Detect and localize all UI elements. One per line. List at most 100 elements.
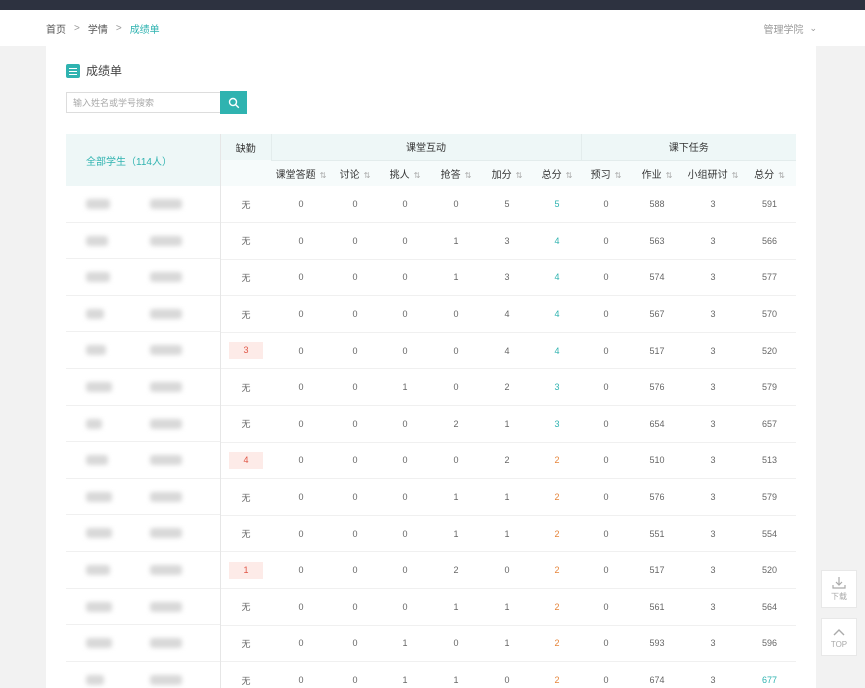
table-cell: 1 (221, 551, 271, 590)
search-input[interactable] (66, 92, 220, 113)
table-cell: 577 (743, 259, 797, 297)
student-row[interactable] (66, 442, 220, 479)
student-row[interactable] (66, 589, 220, 626)
table-cell: 无 (221, 368, 271, 407)
breadcrumb-home[interactable]: 首页 (46, 21, 66, 36)
student-row[interactable] (66, 552, 220, 589)
student-row[interactable] (66, 186, 220, 223)
student-id-redacted (150, 638, 182, 649)
table-cell: 无 (221, 222, 271, 260)
table-cell: 0 (271, 368, 331, 407)
sort-icon[interactable]: ⇅ (615, 171, 622, 180)
sort-icon[interactable]: ⇅ (465, 171, 472, 180)
org-dropdown[interactable]: 管理学院 ⌄ (763, 10, 817, 46)
student-row[interactable] (66, 296, 220, 333)
student-id-redacted (150, 528, 182, 539)
table-row: 1 0 0 0 2 0 2 0 517 3 520 (221, 551, 797, 590)
table-cell: 无 (221, 186, 271, 224)
table-cell: 517 (631, 551, 684, 590)
student-id-redacted (150, 199, 182, 209)
page-title: 成绩单 (66, 62, 122, 79)
top-bar (0, 0, 865, 10)
table-cell: 0 (379, 478, 431, 516)
all-students-filter[interactable]: 全部学生（114人） (66, 134, 220, 186)
table-cell: 579 (743, 478, 797, 516)
table-cell: 2 (533, 588, 582, 626)
sort-icon[interactable]: ⇅ (364, 171, 371, 180)
sort-icon[interactable]: ⇅ (320, 171, 327, 180)
table-cell: 4 (481, 332, 533, 370)
column-header[interactable]: 预习 ⇅ (581, 160, 632, 186)
student-row[interactable] (66, 515, 220, 552)
table-cell: 3 (683, 515, 744, 553)
table-cell: 0 (271, 625, 331, 663)
table-cell: 588 (631, 186, 684, 224)
student-row[interactable] (66, 223, 220, 260)
student-row[interactable] (66, 259, 220, 296)
table-cell: 3 (683, 625, 744, 663)
absence-badge: 1 (229, 561, 263, 579)
table-cell: 1 (431, 222, 481, 260)
sort-icon[interactable]: ⇅ (666, 171, 673, 180)
table-cell: 1 (481, 625, 533, 663)
student-name-redacted (86, 199, 110, 209)
table-cell: 510 (631, 442, 684, 480)
table-cell: 0 (271, 222, 331, 260)
table-cell: 3 (683, 368, 744, 407)
student-name-redacted (86, 345, 106, 356)
table-cell: 654 (631, 405, 684, 443)
main-panel: 成绩单 全部学生（114人） 缺勤 课堂互动 课下任务 课堂答题⇅讨论⇅挑人⇅抢… (46, 46, 816, 688)
table-cell: 4 (533, 295, 582, 333)
absence-badge: 4 (229, 451, 263, 469)
column-header[interactable]: 抢答 ⇅ (431, 160, 481, 186)
sort-icon[interactable]: ⇅ (566, 171, 573, 180)
student-id-redacted (150, 418, 182, 429)
table-cell: 3 (481, 259, 533, 297)
table-cell: 3 (683, 588, 744, 626)
table-cell: 0 (379, 332, 431, 370)
student-row[interactable] (66, 406, 220, 443)
class-interaction-header: 课堂互动 (270, 134, 582, 161)
column-header[interactable]: 小组研讨 ⇅ (683, 160, 744, 186)
sort-icon[interactable]: ⇅ (414, 171, 421, 180)
table-cell: 无 (221, 625, 271, 663)
table-cell: 567 (631, 295, 684, 333)
column-header[interactable]: 课堂答题 ⇅ (271, 160, 331, 186)
search-button[interactable] (220, 91, 247, 114)
student-row[interactable] (66, 662, 220, 688)
column-header[interactable]: 总分 ⇅ (743, 160, 797, 186)
table-cell: 0 (331, 295, 379, 333)
sort-icon[interactable]: ⇅ (516, 171, 523, 180)
homework-header: 课下任务 (580, 134, 797, 161)
download-button[interactable]: 下载 (821, 570, 857, 608)
student-row[interactable] (66, 332, 220, 369)
table-cell: 0 (431, 625, 481, 663)
table-row: 3 0 0 0 0 4 4 0 517 3 520 (221, 332, 797, 370)
table-cell: 0 (331, 515, 379, 553)
student-row[interactable] (66, 369, 220, 406)
chevron-right-icon: > (74, 22, 80, 34)
breadcrumb: 首页 > 学情 > 成绩单 (46, 10, 160, 46)
column-header[interactable]: 挑人 ⇅ (379, 160, 431, 186)
table-cell: 0 (581, 588, 632, 626)
back-to-top-button[interactable]: TOP (821, 618, 857, 656)
sort-icon[interactable]: ⇅ (778, 171, 785, 180)
table-row: 无 0 0 0 0 4 4 0 567 3 570 (221, 295, 797, 333)
table-cell: 566 (743, 222, 797, 260)
student-row[interactable] (66, 479, 220, 516)
student-row[interactable] (66, 625, 220, 662)
student-id-redacted (150, 235, 182, 246)
table-cell: 1 (431, 588, 481, 626)
breadcrumb-section[interactable]: 学情 (88, 21, 108, 36)
column-header[interactable]: 作业 ⇅ (631, 160, 684, 186)
student-name-redacted (86, 418, 102, 429)
column-header[interactable]: 讨论 ⇅ (331, 160, 379, 186)
column-header[interactable]: 总分 ⇅ (533, 160, 582, 186)
table-cell: 2 (533, 625, 582, 663)
table-cell: 4 (533, 222, 582, 260)
sort-icon[interactable]: ⇅ (732, 171, 739, 180)
table-row: 无 0 0 1 0 1 2 0 593 3 596 (221, 625, 797, 663)
table-cell: 0 (581, 661, 632, 688)
column-header[interactable]: 加分 ⇅ (481, 160, 533, 186)
table-cell: 0 (271, 295, 331, 333)
